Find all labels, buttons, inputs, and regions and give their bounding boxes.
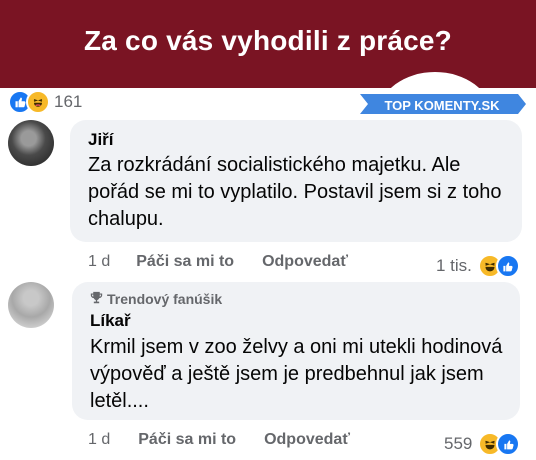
like-icon: [496, 432, 521, 456]
comment-author[interactable]: Jiří: [88, 130, 114, 150]
post-reactions[interactable]: 161: [8, 90, 82, 114]
comment-actions: 1 d Páči sa mi to Odpovedať: [88, 253, 348, 271]
fan-badge-label: Trendový fanúšik: [107, 291, 223, 307]
comment-bubble: Trendový fanúšik Líkař Krmil jsem v zoo …: [72, 282, 520, 420]
comment-actions: 1 d Páči sa mi to Odpovedať: [88, 431, 350, 449]
reply-button[interactable]: Odpovedať: [262, 253, 348, 271]
avatar[interactable]: [8, 120, 54, 166]
page-title: Za co vás vyhodili z práce?: [84, 25, 452, 56]
comment-time[interactable]: 1 d: [88, 431, 110, 449]
comment-text: Za rozkrádání socialistického majetku. A…: [88, 154, 502, 230]
comment-reactions[interactable]: 1 tis.: [436, 254, 520, 278]
badge-text: TOP KOMENTY.SK: [384, 98, 500, 113]
fan-badge: Trendový fanúšik: [90, 291, 222, 307]
like-button[interactable]: Páči sa mi to: [138, 431, 236, 449]
reply-button[interactable]: Odpovedať: [264, 431, 350, 449]
reaction-count: 161: [54, 92, 83, 111]
comment-time[interactable]: 1 d: [88, 253, 110, 271]
comment-reactions[interactable]: 559: [444, 432, 521, 456]
comment-reaction-count: 559: [444, 434, 473, 453]
like-button[interactable]: Páči sa mi to: [136, 253, 234, 271]
comment-bubble: Jiří Za rozkrádání socialistického majet…: [70, 120, 522, 242]
like-icon: [495, 254, 520, 278]
comment-author[interactable]: Líkař: [90, 311, 131, 331]
avatar[interactable]: [8, 282, 54, 328]
comment-text: Krmil jsem v zoo želvy a oni mi utekli h…: [90, 336, 503, 412]
comment-reaction-count: 1 tis.: [436, 256, 472, 275]
trophy-icon: [90, 291, 103, 307]
haha-icon: [26, 90, 50, 114]
